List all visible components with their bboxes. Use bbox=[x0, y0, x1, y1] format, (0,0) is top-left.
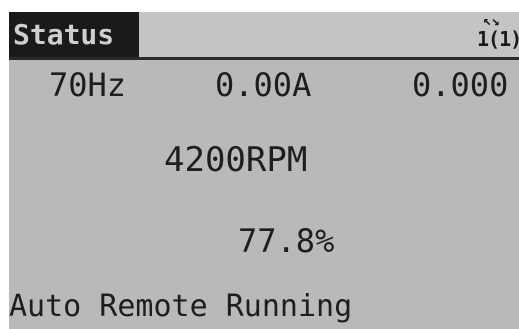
display-bezel: Status ↖↘ 1(1) 70Hz 0.00A 0.000 4200RPM … bbox=[0, 0, 519, 329]
title-bar: Status ↖↘ 1(1) bbox=[9, 12, 519, 60]
setup-number: 1(1) bbox=[477, 27, 519, 51]
status-line: Auto Remote Running bbox=[9, 289, 353, 324]
setup-arrows-icon: ↖↘ bbox=[483, 13, 500, 29]
display-title: Status bbox=[9, 12, 139, 57]
percent-readout: 77.8% bbox=[238, 222, 335, 260]
power-readout: 0.000 bbox=[412, 66, 509, 104]
current-readout: 0.00A bbox=[215, 66, 312, 104]
lcd-screen: Status ↖↘ 1(1) 70Hz 0.00A 0.000 4200RPM … bbox=[9, 12, 519, 329]
frequency-readout: 70Hz bbox=[49, 66, 127, 104]
setup-indicator: ↖↘ 1(1) bbox=[475, 14, 519, 54]
speed-readout: 4200RPM bbox=[164, 140, 308, 180]
